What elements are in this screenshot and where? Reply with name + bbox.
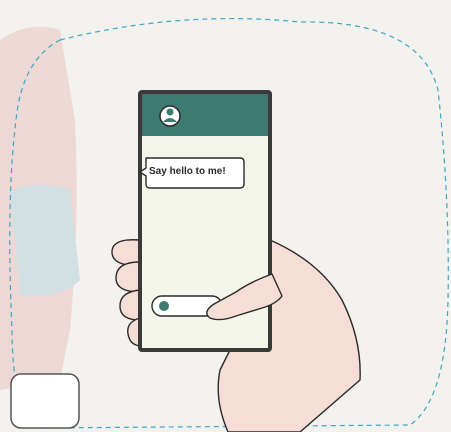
background-figure xyxy=(0,26,80,391)
chat-bubble-text: Say hello to me! xyxy=(149,166,226,177)
illustration-stage: Say hello to me! xyxy=(0,0,451,432)
user-avatar-icon[interactable] xyxy=(159,105,181,127)
phone-illustration xyxy=(0,18,449,432)
send-dot-icon[interactable] xyxy=(159,301,169,311)
empty-box xyxy=(10,373,80,429)
phone xyxy=(138,90,272,352)
